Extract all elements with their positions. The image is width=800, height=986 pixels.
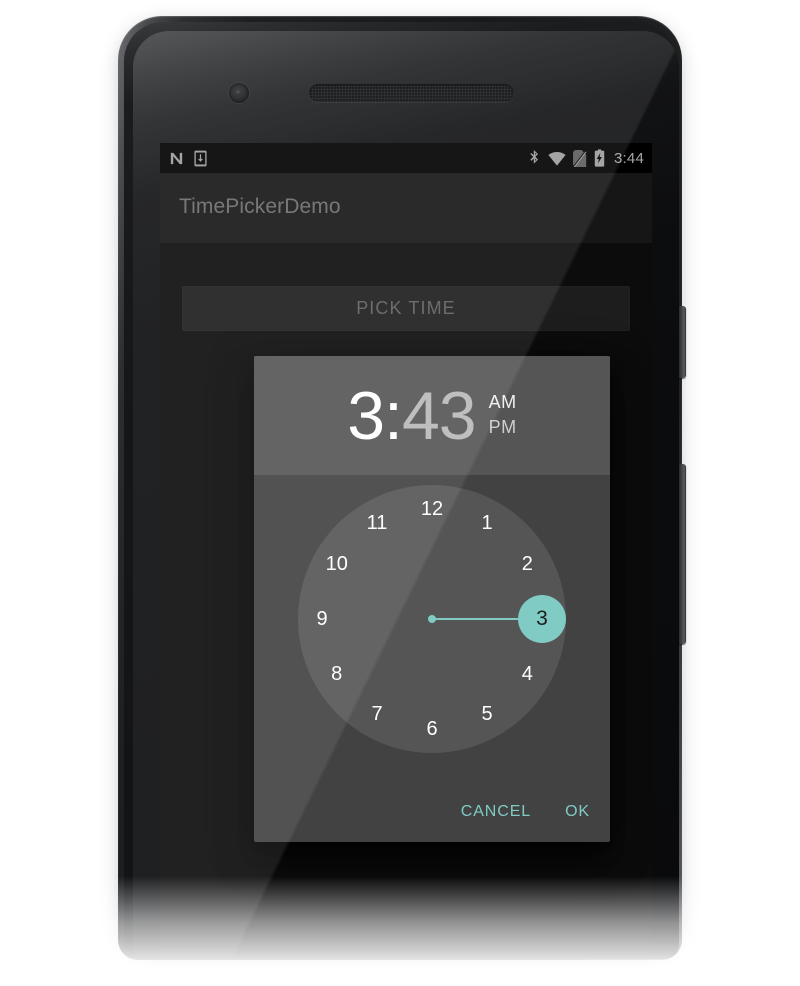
minute-value[interactable]: 43 [402, 382, 477, 450]
am-button[interactable]: AM [489, 390, 517, 415]
clock-number-7[interactable]: 7 [361, 698, 393, 730]
phone-screen: 3:44 TimePickerDemo PICK TIME Picked tim… [160, 143, 652, 953]
clock-number-11[interactable]: 11 [361, 508, 393, 540]
time-numbers: 3 : 43 [347, 377, 477, 454]
hour-value[interactable]: 3 [347, 382, 385, 450]
clock-area: 12 1 2 4 5 6 7 8 9 10 11 3 [254, 475, 610, 779]
device-bezel: 3:44 TimePickerDemo PICK TIME Picked tim… [124, 22, 679, 959]
clock-number-9[interactable]: 9 [306, 603, 338, 635]
dialog-actions: CANCEL OK [254, 782, 610, 842]
clock-number-5[interactable]: 5 [471, 698, 503, 730]
clock-number-6[interactable]: 6 [416, 713, 448, 745]
clock-number-2[interactable]: 2 [511, 548, 543, 580]
time-picker-header: 3 : 43 AM PM [254, 356, 610, 475]
power-button[interactable] [679, 306, 686, 378]
device-body: 3:44 TimePickerDemo PICK TIME Picked tim… [118, 16, 686, 960]
volume-rocker[interactable] [679, 464, 686, 644]
header-time-display: 3 : 43 AM PM [254, 356, 610, 475]
clock-selected-number-knob[interactable]: 3 [518, 595, 566, 643]
clock-number-4[interactable]: 4 [511, 658, 543, 690]
clock-number-10[interactable]: 10 [321, 548, 353, 580]
clock-center-dot [428, 615, 436, 623]
clock-face[interactable]: 12 1 2 4 5 6 7 8 9 10 11 3 [298, 485, 566, 753]
pm-button[interactable]: PM [489, 415, 517, 440]
ok-button[interactable]: OK [561, 797, 594, 827]
camera-icon [229, 83, 249, 103]
phone-device: 3:44 TimePickerDemo PICK TIME Picked tim… [118, 16, 686, 976]
device-glass: 3:44 TimePickerDemo PICK TIME Picked tim… [133, 31, 679, 959]
speaker-grille [309, 84, 514, 102]
time-picker-dialog: 3 : 43 AM PM 12 1 2 4 5 6 7 8 9 10 11 3 … [254, 356, 610, 842]
time-colon-separator: : [384, 377, 403, 454]
clock-number-8[interactable]: 8 [321, 658, 353, 690]
cancel-button[interactable]: CANCEL [457, 797, 535, 827]
clock-number-1[interactable]: 1 [471, 508, 503, 540]
clock-selector-hand [432, 618, 518, 620]
meridiem-selector: AM PM [489, 390, 517, 440]
clock-number-12[interactable]: 12 [416, 493, 448, 525]
